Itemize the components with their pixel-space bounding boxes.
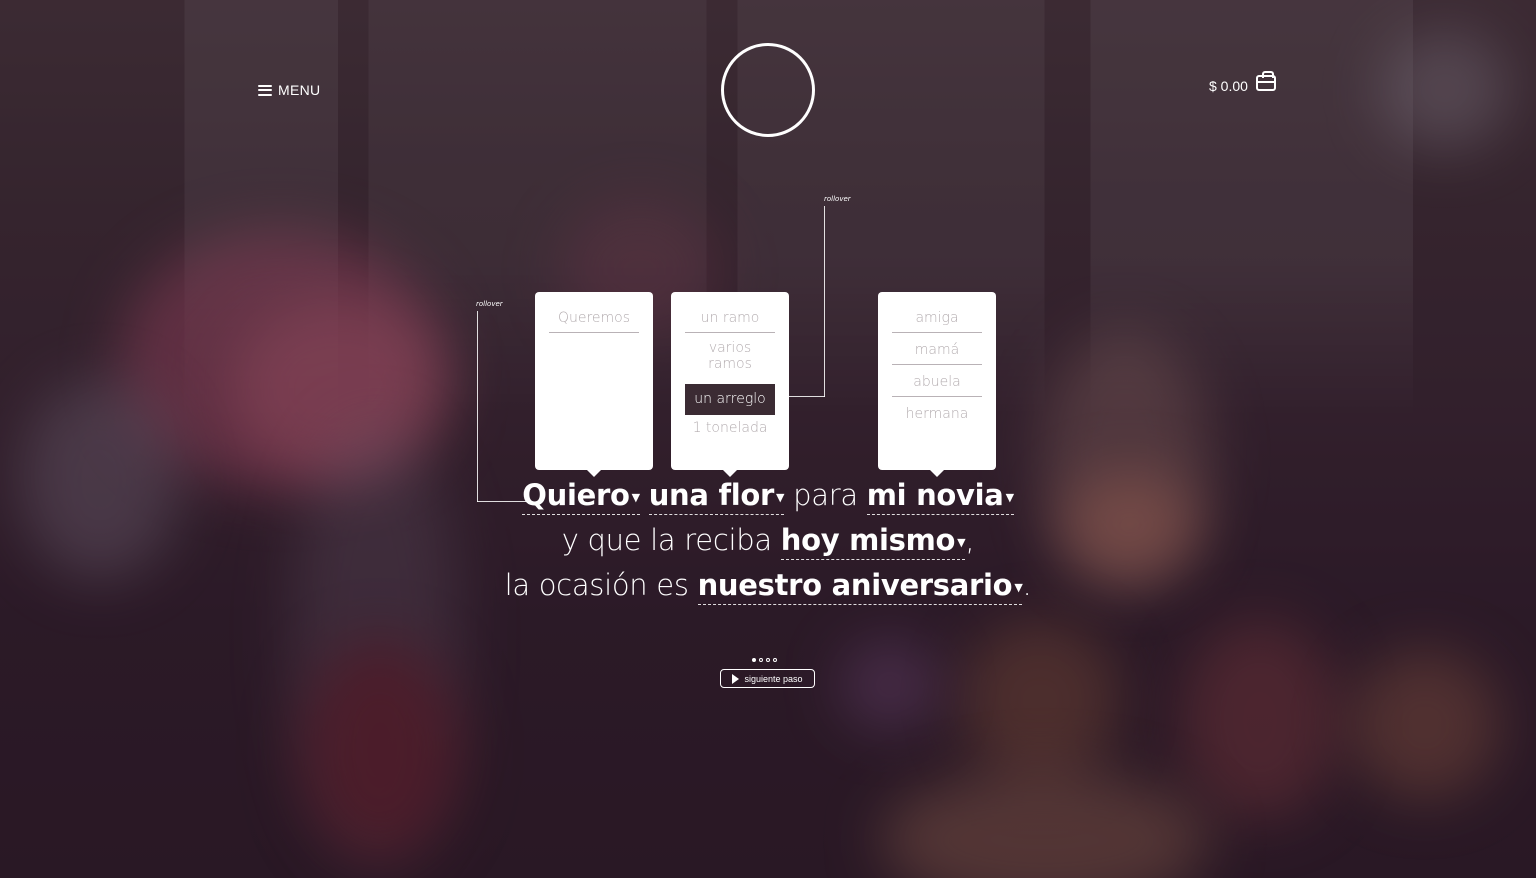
- cart-total: $ 0.00: [1209, 78, 1248, 94]
- step-dot-active[interactable]: [752, 658, 756, 662]
- item-selector[interactable]: una flor ▼: [648, 478, 785, 515]
- item-option[interactable]: 1 tonelada: [685, 415, 775, 442]
- cart-button[interactable]: $ 0.00: [1209, 71, 1276, 94]
- verb-dropdown: Queremos: [535, 292, 653, 477]
- annotation-line-right-horizontal: [786, 396, 825, 397]
- recipient-option[interactable]: mamá: [892, 333, 982, 365]
- shopping-bag-icon: [1255, 71, 1276, 91]
- recipient-selector[interactable]: mi novia ▼: [866, 478, 1014, 515]
- annotation-line-left-vertical: [477, 311, 478, 502]
- verb-option[interactable]: Queremos: [549, 305, 639, 333]
- step-dot[interactable]: [759, 658, 763, 662]
- occasion-value: nuestro aniversario: [697, 568, 1013, 602]
- hamburger-icon: [258, 84, 272, 96]
- annotation-label-left: rollover: [476, 300, 503, 308]
- annotation-line-right-vertical: [824, 206, 825, 397]
- annotation-label-right: rollover: [824, 195, 851, 203]
- connector-text: para: [793, 478, 858, 512]
- caret-down-icon: ▼: [776, 490, 785, 504]
- recipient-option[interactable]: abuela: [892, 365, 982, 397]
- menu-button[interactable]: MENU: [258, 82, 320, 98]
- menu-label: MENU: [278, 82, 321, 98]
- line3-suffix: .: [1022, 568, 1032, 602]
- recipient-dropdown: amiga mamá abuela hermana: [878, 292, 996, 477]
- next-step-label: siguiente paso: [744, 673, 803, 684]
- item-option[interactable]: un ramo: [685, 305, 775, 333]
- delivery-date-selector[interactable]: hoy mismo ▼: [780, 523, 966, 560]
- line2-prefix: y que la reciba: [561, 523, 772, 557]
- recipient-option[interactable]: amiga: [892, 305, 982, 333]
- occasion-selector[interactable]: nuestro aniversario ▼: [697, 568, 1023, 605]
- recipient-option[interactable]: hermana: [892, 397, 982, 428]
- sentence-line-2: y que la reciba hoy mismo ▼,: [0, 523, 1536, 560]
- play-icon: [732, 673, 740, 684]
- logo[interactable]: [721, 43, 815, 137]
- verb-selector[interactable]: Quiero ▼: [522, 478, 640, 515]
- item-option[interactable]: varios ramos: [685, 333, 775, 378]
- line2-suffix: ,: [965, 523, 975, 557]
- recipient-value: mi novia: [866, 478, 1004, 512]
- item-value: una flor: [648, 478, 775, 512]
- verb-value: Quiero: [522, 478, 630, 512]
- item-option-selected[interactable]: un arreglo: [685, 384, 775, 415]
- next-step-button[interactable]: siguiente paso: [720, 669, 815, 688]
- caret-down-icon: ▼: [631, 490, 640, 504]
- caret-down-icon: ▼: [1005, 490, 1014, 504]
- step-indicator: [752, 658, 777, 662]
- line3-prefix: la ocasión es: [504, 568, 689, 602]
- delivery-date-value: hoy mismo: [780, 523, 956, 557]
- item-dropdown: un ramo varios ramos un arreglo 1 tonela…: [671, 292, 789, 477]
- sentence-line-1: Quiero ▼ una flor ▼ para mi novia ▼: [0, 478, 1536, 515]
- sentence-line-3: la ocasión es nuestro aniversario ▼.: [0, 568, 1536, 605]
- step-dot[interactable]: [773, 658, 777, 662]
- step-dot[interactable]: [766, 658, 770, 662]
